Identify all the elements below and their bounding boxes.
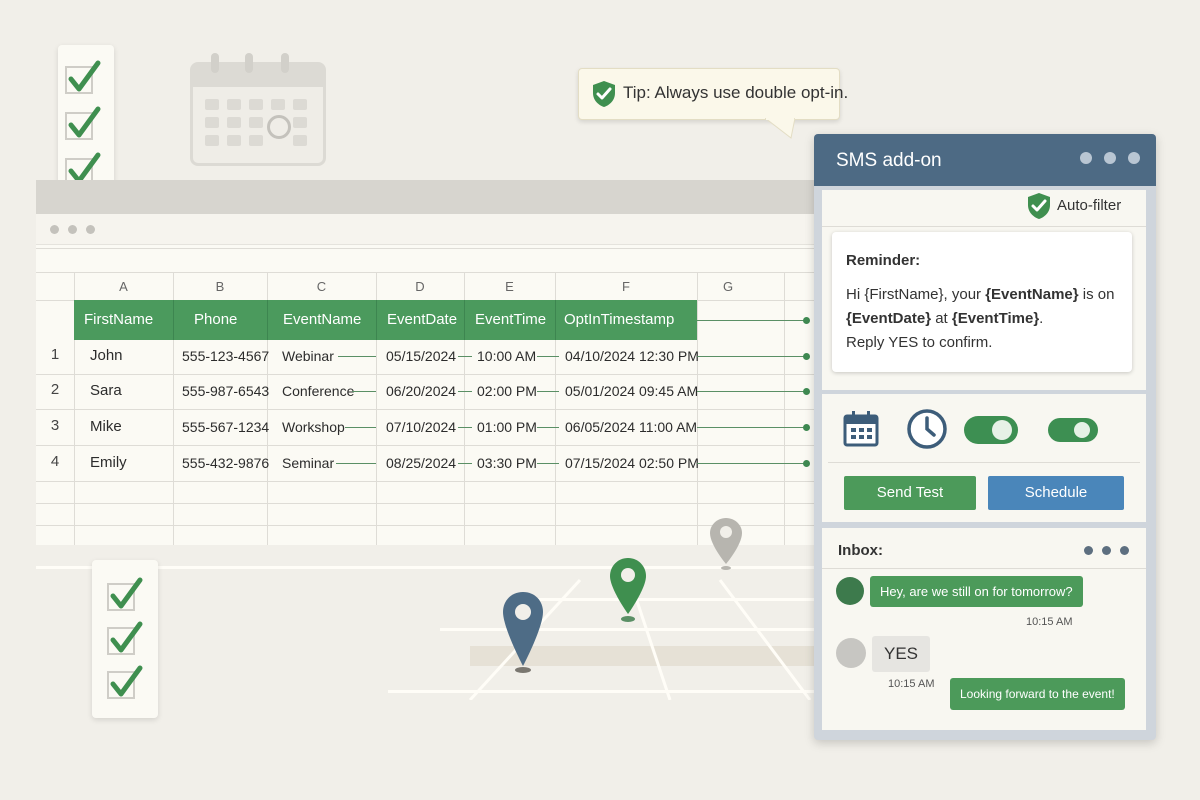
cell-eventname[interactable]: Workshop <box>282 419 345 435</box>
reminder-heading: Reminder: <box>846 252 921 269</box>
shield-check-icon <box>593 81 615 107</box>
cell-eventdate[interactable]: 06/20/2024 <box>386 383 456 399</box>
window-titlebar <box>36 180 822 214</box>
cell-eventdate[interactable]: 08/25/2024 <box>386 455 456 471</box>
tip-text: Tip: Always use double opt-in. <box>623 83 849 102</box>
column-header-a[interactable]: A <box>74 274 173 300</box>
connector-line <box>697 463 807 464</box>
cell-eventdate[interactable]: 07/10/2024 <box>386 419 456 435</box>
cell-firstname[interactable]: Emily <box>90 454 127 471</box>
checklist-card-bottom <box>92 560 158 718</box>
row-number[interactable]: 1 <box>36 346 74 363</box>
map-pin-icon <box>610 558 646 622</box>
checkmark-icon <box>107 577 143 611</box>
cell-phone[interactable]: 555-567-1234 <box>182 419 269 435</box>
cell-phone[interactable]: 555-123-4567 <box>182 348 269 364</box>
header-cell-eventtime[interactable]: EventTime <box>465 300 556 340</box>
header-cell-eventdate[interactable]: EventDate <box>377 300 465 340</box>
panel-header: SMS add-on <box>814 134 1156 186</box>
menu-dot-icon[interactable] <box>1104 152 1116 164</box>
cell-eventtime[interactable]: 03:30 PM <box>477 455 537 471</box>
auto-filter-label[interactable]: Auto-filter <box>1057 197 1121 214</box>
toggle-switch[interactable] <box>1048 418 1098 442</box>
reminder-line-1: Hi {FirstName}, your {EventName} is on <box>846 286 1115 303</box>
cell-optintimestamp[interactable]: 04/10/2024 12:30 PM <box>565 348 699 364</box>
header-cell-eventname[interactable]: EventName <box>268 300 377 340</box>
calendar-icon <box>190 53 326 166</box>
column-header-c[interactable]: C <box>267 274 376 300</box>
controls-section: Send Test Schedule <box>822 394 1146 522</box>
connector-dot <box>803 460 810 467</box>
message-time: 10:15 AM <box>888 678 935 690</box>
column-header-b[interactable]: B <box>173 274 267 300</box>
reminder-line-3: Reply YES to confirm. <box>846 334 993 351</box>
toggle-switch[interactable] <box>964 416 1018 444</box>
column-header-e[interactable]: E <box>464 274 555 300</box>
checkmark-icon <box>65 60 101 94</box>
cell-optintimestamp[interactable]: 07/15/2024 02:50 PM <box>565 455 699 471</box>
send-test-button[interactable]: Send Test <box>844 476 976 510</box>
connector-line <box>697 427 807 428</box>
checklist-card-top <box>58 45 114 200</box>
cell-phone[interactable]: 555-987-6543 <box>182 383 269 399</box>
cell-firstname[interactable]: John <box>90 347 123 364</box>
cell-phone[interactable]: 555-432-9876 <box>182 455 269 471</box>
map-pin-icon <box>710 518 742 570</box>
header-cell-optintimestamp[interactable]: OptInTimestamp <box>556 300 697 340</box>
checkmark-icon <box>107 621 143 655</box>
toolbar <box>36 214 822 245</box>
avatar <box>836 638 866 668</box>
column-header-f[interactable]: F <box>555 274 697 300</box>
column-header-d[interactable]: D <box>376 274 464 300</box>
menu-dot-icon[interactable] <box>1080 152 1092 164</box>
cell-eventname[interactable]: Webinar <box>282 348 334 364</box>
message-time: 10:15 AM <box>1026 616 1073 628</box>
connector-line <box>697 356 807 357</box>
cell-optintimestamp[interactable]: 05/01/2024 09:45 AM <box>565 383 698 399</box>
calendar-icon[interactable] <box>842 410 880 448</box>
sms-addon-panel: SMS add-on Auto-filter Reminder: Hi {Fir… <box>814 134 1156 740</box>
row-number[interactable]: 2 <box>36 381 74 398</box>
clock-icon[interactable] <box>906 408 948 450</box>
reminder-line-2: {EventDate} at {EventTime}. <box>846 310 1044 327</box>
checkmark-icon <box>65 106 101 140</box>
connector-dot <box>803 317 810 324</box>
inbox-menu-icon[interactable] <box>1084 546 1136 556</box>
cell-optintimestamp[interactable]: 06/05/2024 11:00 AM <box>565 419 697 435</box>
cell-eventname[interactable]: Seminar <box>282 455 334 471</box>
cell-firstname[interactable]: Sara <box>90 382 122 399</box>
cell-eventtime[interactable]: 01:00 PM <box>477 419 537 435</box>
inbox-label: Inbox: <box>838 542 883 559</box>
row-number[interactable]: 4 <box>36 453 74 470</box>
header-cell-firstname[interactable]: FirstName <box>74 300 174 340</box>
connector-dot <box>803 424 810 431</box>
cell-eventname[interactable]: Conference <box>282 383 354 399</box>
header-cell-phone[interactable]: Phone <box>174 300 268 340</box>
reminder-message-card[interactable]: Reminder: Hi {FirstName}, your {EventNam… <box>832 232 1132 372</box>
incoming-message[interactable]: Hey, are we still on for tomorrow? <box>870 576 1083 607</box>
connector-dot <box>803 388 810 395</box>
reply-message[interactable]: YES <box>872 636 931 672</box>
outgoing-message[interactable]: Looking forward to the event! <box>950 678 1125 710</box>
map-pin-icon <box>503 592 543 673</box>
row-number[interactable]: 3 <box>36 417 74 434</box>
connector-dot <box>803 353 810 360</box>
connector-line <box>697 320 807 321</box>
cell-eventtime[interactable]: 10:00 AM <box>477 348 536 364</box>
shield-check-icon <box>1028 193 1050 219</box>
cell-eventtime[interactable]: 02:00 PM <box>477 383 537 399</box>
avatar <box>836 577 864 605</box>
cell-firstname[interactable]: Mike <box>90 418 122 435</box>
column-header-g[interactable]: G <box>697 274 759 300</box>
checkmark-icon <box>107 665 143 699</box>
menu-dot-icon[interactable] <box>1128 152 1140 164</box>
schedule-button[interactable]: Schedule <box>988 476 1124 510</box>
connector-line <box>697 391 807 392</box>
inbox-section: Inbox: Hey, are we still on for tomorrow… <box>822 528 1146 730</box>
cell-eventdate[interactable]: 05/15/2024 <box>386 348 456 364</box>
panel-title: SMS add-on <box>836 150 942 171</box>
tip-tooltip: Tip: Always use double opt-in. <box>578 68 848 139</box>
